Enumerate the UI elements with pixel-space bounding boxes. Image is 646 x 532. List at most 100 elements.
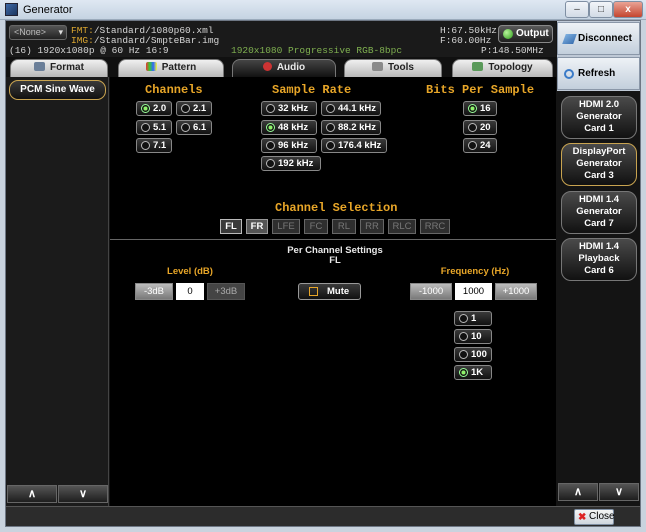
channel-option-7-1[interactable]: 7.1 [136, 138, 172, 153]
card-scroll-down-button[interactable]: ∨ [599, 483, 639, 501]
card-displayport-generator[interactable]: DisplayPort Generator Card 3 [561, 143, 637, 186]
topology-icon [472, 62, 484, 71]
freq-step-1k[interactable]: 1K [454, 365, 492, 380]
freq-step-100[interactable]: 100 [454, 347, 492, 362]
list-item-pcm-sine-wave[interactable]: PCM Sine Wave [9, 80, 106, 100]
bits-per-sample-title: Bits Per Sample [426, 83, 535, 97]
tab-pattern[interactable]: Pattern [118, 59, 224, 77]
card-line: HDMI 1.4 [578, 194, 620, 205]
disconnect-button[interactable]: Disconnect [557, 22, 640, 55]
option-label: 7.1 [153, 140, 167, 151]
card-line: Card 7 [584, 218, 614, 229]
tab-topology-label: Topology [488, 62, 533, 73]
freq-step-10[interactable]: 10 [454, 329, 492, 344]
sample-rate-176-4k[interactable]: 176.4 kHz [321, 138, 387, 153]
radio-icon [326, 104, 335, 113]
tab-format-label: Format [50, 62, 84, 73]
close-icon: ✖ [578, 512, 587, 523]
window-titlebar: Generator – □ x [0, 0, 646, 20]
radio-icon [459, 350, 468, 359]
section-divider [110, 239, 556, 240]
radio-icon [468, 104, 477, 113]
channel-chip-fr[interactable]: FR [246, 219, 268, 234]
scroll-down-button[interactable]: ∨ [58, 485, 108, 503]
radio-icon [141, 123, 150, 132]
bits-option-24[interactable]: 24 [463, 138, 497, 153]
card-hdmi-2-0-generator[interactable]: HDMI 2.0 Generator Card 1 [561, 96, 637, 139]
channel-chip-lfe[interactable]: LFE [272, 219, 300, 234]
option-label: 5.1 [153, 122, 167, 133]
channel-chip-rl[interactable]: RL [332, 219, 356, 234]
channel-chip-rrc[interactable]: RRC [420, 219, 450, 234]
option-label: 88.2 kHz [338, 122, 377, 133]
channel-option-5-1[interactable]: 5.1 [136, 120, 172, 135]
mute-checkbox[interactable]: Mute [298, 283, 361, 300]
tab-topology[interactable]: Topology [452, 59, 553, 77]
speaker-icon [262, 62, 272, 71]
format-dropdown[interactable]: <None> ▾ [9, 25, 67, 40]
sample-rate-44-1k[interactable]: 44.1 kHz [321, 101, 381, 116]
resolution-line: (16) 1920x1080p @ 60 Hz 16:9 [9, 45, 169, 56]
radio-icon [266, 123, 275, 132]
radio-icon [326, 141, 335, 150]
option-label: 16 [480, 103, 491, 114]
channel-chip-rr[interactable]: RR [360, 219, 384, 234]
option-label: 1K [471, 367, 484, 378]
frequency-input[interactable]: 1000 [455, 283, 492, 300]
card-line: DisplayPort [572, 146, 626, 157]
channel-chip-fl[interactable]: FL [220, 219, 242, 234]
card-line: Generator [576, 158, 622, 169]
card-line: HDMI 2.0 [578, 99, 620, 110]
maximize-button[interactable]: □ [589, 1, 613, 18]
per-channel-name: FL [329, 255, 341, 266]
frequency-increase-button[interactable]: +1000 [495, 283, 537, 300]
close-button[interactable]: ✖ Close [574, 509, 615, 525]
card-scroll-up-button[interactable]: ∧ [558, 483, 598, 501]
sample-rate-32k[interactable]: 32 kHz [261, 101, 317, 116]
channel-selection-title: Channel Selection [275, 201, 398, 215]
radio-icon [181, 123, 190, 132]
card-hdmi-1-4-generator[interactable]: HDMI 1.4 Generator Card 7 [561, 191, 637, 234]
radio-icon [141, 141, 150, 150]
output-button[interactable]: Output [498, 25, 553, 43]
bottom-bar: ✖ Close [6, 506, 640, 526]
tab-tools[interactable]: Tools [344, 59, 442, 77]
channel-chip-rlc[interactable]: RLC [388, 219, 416, 234]
freq-step-1[interactable]: 1 [454, 311, 492, 326]
sample-rate-96k[interactable]: 96 kHz [261, 138, 317, 153]
card-line: Card 3 [584, 170, 614, 181]
option-label: 32 kHz [278, 103, 309, 114]
option-label: 24 [480, 140, 491, 151]
channel-option-2-0[interactable]: 2.0 [136, 101, 172, 116]
tab-pattern-label: Pattern [161, 62, 197, 73]
card-hdmi-1-4-playback[interactable]: HDMI 1.4 Playback Card 6 [561, 238, 637, 281]
audio-settings-panel: Channels 2.0 2.1 5.1 6.1 7.1 Sample Rate… [110, 77, 556, 506]
channel-option-6-1[interactable]: 6.1 [176, 120, 212, 135]
bits-option-20[interactable]: 20 [463, 120, 497, 135]
option-label: 20 [480, 122, 491, 133]
tab-format[interactable]: Format [10, 59, 108, 77]
bits-option-16[interactable]: 16 [463, 101, 497, 116]
level-label: Level (dB) [167, 266, 213, 277]
sample-rate-48k[interactable]: 48 kHz [261, 120, 317, 135]
level-input[interactable]: 0 [176, 283, 204, 300]
sample-rate-192k[interactable]: 192 kHz [261, 156, 321, 171]
channel-chip-fc[interactable]: FC [304, 219, 328, 234]
radio-icon [459, 314, 468, 323]
minimize-button[interactable]: – [565, 1, 589, 18]
scroll-up-button[interactable]: ∧ [7, 485, 57, 503]
app-icon [5, 3, 18, 16]
tab-audio[interactable]: Audio [232, 59, 336, 77]
sample-rate-88-2k[interactable]: 88.2 kHz [321, 120, 381, 135]
format-dropdown-value: <None> [14, 27, 47, 37]
frequency-decrease-button[interactable]: -1000 [410, 283, 452, 300]
card-line: Card 1 [584, 123, 614, 134]
checkbox-icon [309, 287, 318, 296]
level-decrease-button[interactable]: -3dB [135, 283, 173, 300]
device-panel: Disconnect Refresh HDMI 2.0 Generator Card… [557, 21, 640, 506]
radio-icon [326, 123, 335, 132]
window-close-button[interactable]: x [613, 1, 643, 18]
channel-option-2-1[interactable]: 2.1 [176, 101, 212, 116]
level-increase-button[interactable]: +3dB [207, 283, 245, 300]
refresh-button[interactable]: Refresh [557, 57, 640, 90]
